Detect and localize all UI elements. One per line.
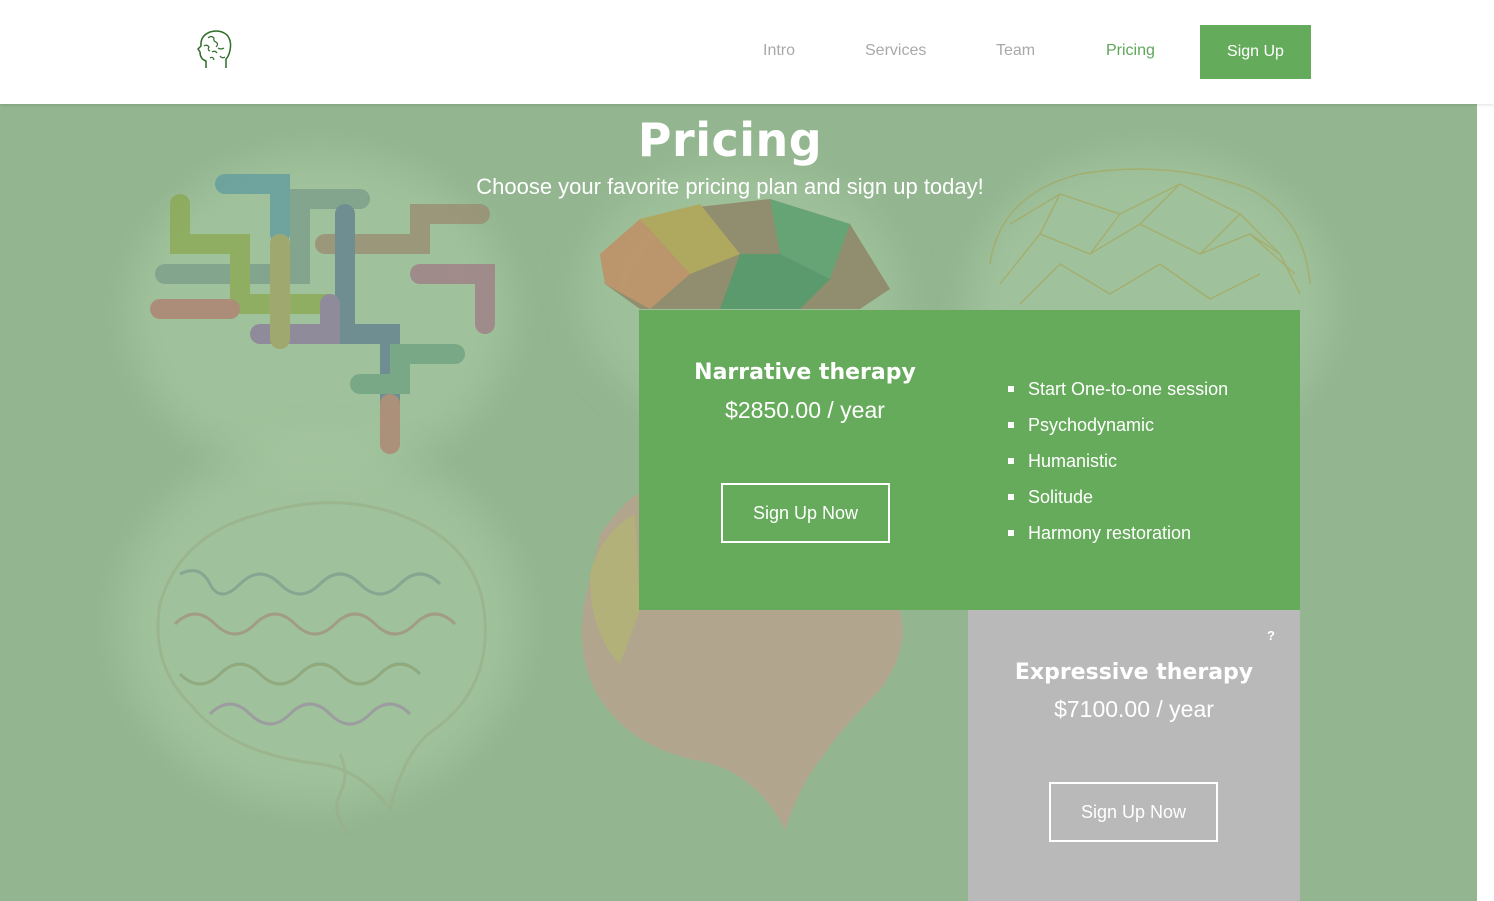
pricing-title: Pricing	[637, 113, 823, 167]
pricing-card-narrative: Narrative therapy $2850.00 / year Sign U…	[639, 310, 1300, 610]
help-question-icon[interactable]: ?	[1267, 628, 1275, 643]
list-item: Solitude	[1006, 479, 1228, 515]
plan-name: Narrative therapy	[694, 360, 916, 385]
pricing-subtitle: Choose your favorite pricing plan and si…	[476, 174, 984, 199]
nav-link-team[interactable]: Team	[996, 41, 1035, 61]
feature-list: Start One-to-one session Psychodynamic H…	[1006, 371, 1228, 551]
pricing-card-expressive: ? Expressive therapy $7100.00 / year Sig…	[968, 610, 1300, 901]
sign-up-now-button[interactable]: Sign Up Now	[721, 483, 890, 543]
sign-up-button[interactable]: Sign Up	[1200, 25, 1311, 79]
top-navbar: Intro Services Team Pricing Sign Up	[0, 0, 1494, 104]
plan-name: Expressive therapy	[1014, 660, 1254, 685]
page-scrollbar[interactable]	[1477, 104, 1494, 901]
list-item: Psychodynamic	[1006, 407, 1228, 443]
sign-up-now-button[interactable]: Sign Up Now	[1049, 782, 1218, 842]
pricing-hero-section: Pricing Choose your favorite pricing pla…	[0, 104, 1477, 901]
list-item: Harmony restoration	[1006, 515, 1228, 551]
plan-price: $2850.00 / year	[725, 397, 885, 423]
puzzle-head-logo-icon[interactable]	[196, 28, 234, 70]
nav-link-services[interactable]: Services	[865, 41, 926, 61]
list-item: Start One-to-one session	[1006, 371, 1228, 407]
nav-link-pricing[interactable]: Pricing	[1106, 41, 1155, 61]
plan-price: $7100.00 / year	[1054, 696, 1214, 722]
list-item: Humanistic	[1006, 443, 1228, 479]
nav-link-intro[interactable]: Intro	[763, 41, 795, 61]
